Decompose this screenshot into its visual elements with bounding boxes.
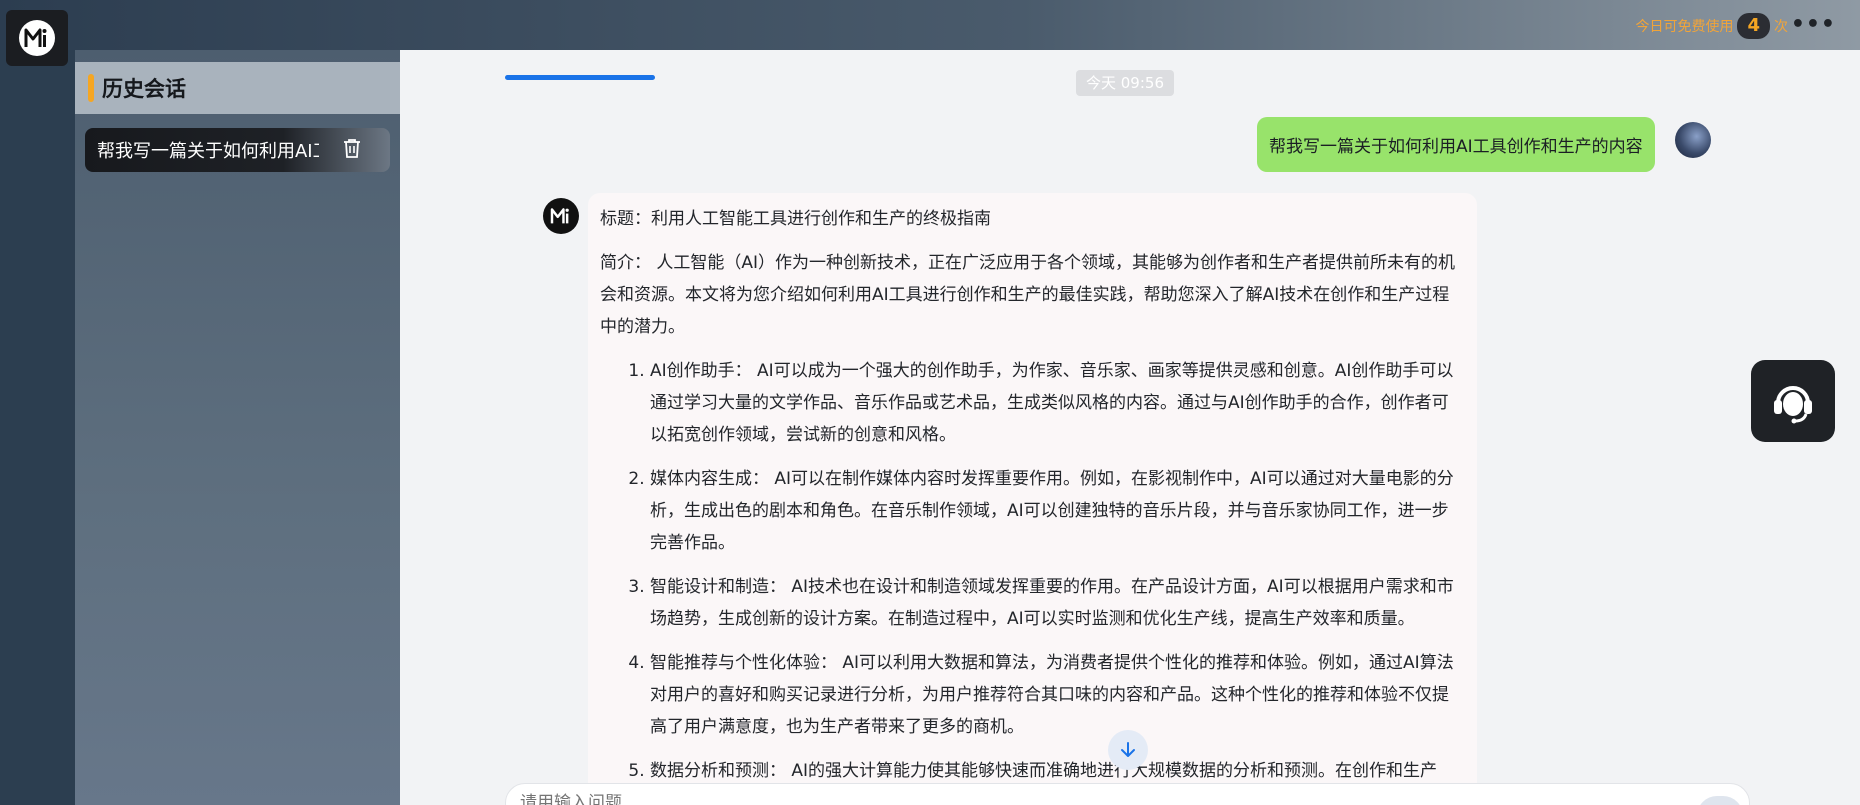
- bot-intro: 简介： 人工智能（AI）作为一种创新技术，正在广泛应用于各个领域，其能够为创作者…: [600, 253, 1456, 337]
- more-horizontal-icon[interactable]: •••: [1791, 12, 1836, 37]
- left-rail: [0, 50, 75, 805]
- sidebar-header: 历史会话: [75, 62, 444, 114]
- scroll-to-bottom-button[interactable]: [1108, 730, 1148, 770]
- history-item-label: 帮我写一篇关于如何利用AI工具创作和生产的内容: [97, 141, 319, 162]
- list-item: AI创作助手： AI可以成为一个强大的创作助手，为作家、音乐家、画家等提供灵感和…: [650, 355, 1465, 451]
- user-avatar[interactable]: [1675, 122, 1711, 158]
- trash-icon[interactable]: [343, 138, 361, 162]
- bot-logo-icon: [550, 208, 569, 224]
- quota-count-badge: 4: [1737, 13, 1770, 39]
- chat-area: 今天 09:56 帮我写一篇关于如何利用AI工具创作和生产的内容 标题：利用人工…: [400, 50, 1860, 805]
- timestamp-badge: 今天 09:56: [1076, 70, 1174, 96]
- list-item: 智能设计和制造： AI技术也在设计和制造领域发挥重要的作用。在产品设计方面，AI…: [650, 571, 1465, 635]
- list-item: 媒体内容生成： AI可以在制作媒体内容时发挥重要作用。例如，在影视制作中，AI可…: [650, 463, 1465, 559]
- trash-icon-svg: [344, 139, 360, 158]
- free-quota: 今日可免费使用 4 次: [1635, 13, 1788, 39]
- top-bar: 今日可免费使用 4 次 •••: [0, 0, 1860, 50]
- bot-avatar: [543, 198, 579, 234]
- customer-support-button[interactable]: [1751, 360, 1835, 442]
- user-message-bubble: 帮我写一篇关于如何利用AI工具创作和生产的内容: [1257, 117, 1655, 172]
- quota-suffix: 次: [1774, 19, 1788, 35]
- headset-icon: [1774, 386, 1812, 424]
- header-accent-bar: [88, 74, 94, 102]
- bot-list: AI创作助手： AI可以成为一个强大的创作助手，为作家、音乐家、画家等提供灵感和…: [600, 355, 1465, 787]
- bot-message-bubble: 标题：利用人工智能工具进行创作和生产的终极指南 简介： 人工智能（AI）作为一种…: [588, 193, 1477, 805]
- list-item: 智能推荐与个性化体验： AI可以利用大数据和算法，为消费者提供个性化的推荐和体验…: [650, 647, 1465, 743]
- history-sidebar: 历史会话 帮我写一篇关于如何利用AI工具创作和生产的内容: [75, 50, 444, 805]
- quota-prefix: 今日可免费使用: [1635, 19, 1734, 35]
- history-item[interactable]: 帮我写一篇关于如何利用AI工具创作和生产的内容: [85, 128, 390, 172]
- logo-m-icon: [24, 28, 47, 47]
- logo-mark: [19, 20, 55, 56]
- question-input[interactable]: [505, 783, 1750, 805]
- bot-title-line: 标题：利用人工智能工具进行创作和生产的终极指南: [600, 209, 991, 229]
- sidebar-title: 历史会话: [102, 77, 186, 101]
- app-logo[interactable]: [6, 10, 68, 66]
- arrow-down-icon: [1121, 742, 1135, 757]
- loading-progress-bar: [505, 75, 655, 80]
